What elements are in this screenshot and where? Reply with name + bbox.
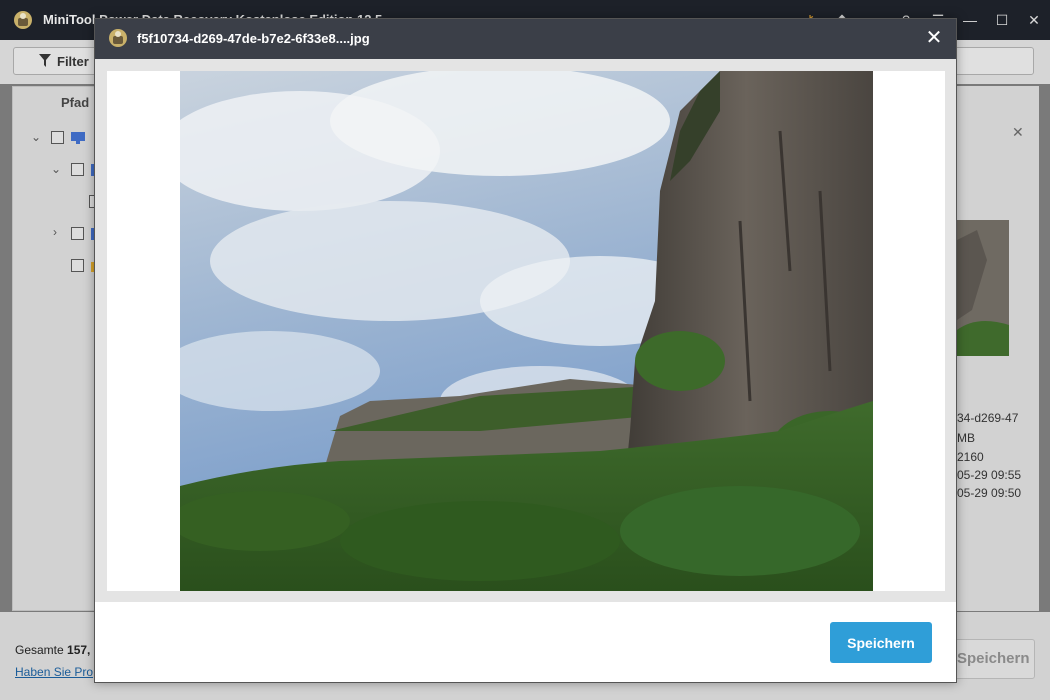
dialog-file-name: f5f10734-d269-47de-b7e2-6f33e8....jpg (137, 31, 370, 46)
maximize-icon[interactable]: ☐ (986, 12, 1018, 29)
minimize-icon[interactable]: — (954, 12, 986, 28)
computer-icon (71, 132, 85, 144)
tree-checkbox[interactable] (51, 131, 64, 144)
preview-photo-image (180, 71, 873, 591)
help-link[interactable]: Haben Sie Pro (15, 665, 93, 679)
preview-canvas (107, 71, 945, 591)
total-summary: Gesamte 157, (15, 643, 90, 657)
path-column-header: Pfad (61, 95, 90, 110)
info-created: 05-29 09:55 (957, 468, 1022, 482)
minitool-logo-icon (109, 29, 127, 47)
info-size: MB (957, 431, 975, 445)
save-button-label: Speichern (957, 650, 1030, 667)
chevron-down-icon[interactable]: ⌄ (51, 163, 61, 175)
preview-thumbnail (957, 220, 1009, 356)
save-button[interactable]: Speichern (830, 622, 932, 663)
close-icon[interactable]: ✕ (1012, 124, 1024, 141)
total-label: Gesamte (15, 643, 64, 657)
total-value: 157, (67, 643, 91, 657)
minitool-logo-icon (14, 11, 32, 29)
info-filename: 34-d269-47 (957, 411, 1019, 425)
filter-funnel-icon (39, 54, 51, 67)
chevron-right-icon[interactable]: › (53, 226, 63, 238)
preview-info-pane: ✕ 34-d269-47 MB 2160 05-29 09:55 05-29 0… (957, 86, 1039, 611)
filter-label: Filter (57, 54, 89, 69)
preview-photo (180, 71, 873, 591)
image-preview-dialog: f5f10734-d269-47de-b7e2-6f33e8....jpg ✕ (94, 18, 957, 683)
preview-area (95, 59, 956, 602)
chevron-down-icon[interactable]: ⌄ (31, 131, 41, 143)
close-icon[interactable]: ✕ (924, 27, 944, 49)
tree-row-computer[interactable]: ⌄ (31, 129, 91, 147)
info-dimensions: 2160 (957, 450, 984, 464)
tree-checkbox[interactable] (71, 163, 84, 176)
info-modified: 05-29 09:50 (957, 486, 1022, 500)
tree-checkbox[interactable] (71, 227, 84, 240)
window-close-icon[interactable]: ✕ (1018, 12, 1050, 29)
dialog-titlebar: f5f10734-d269-47de-b7e2-6f33e8....jpg ✕ (95, 19, 956, 59)
tree-checkbox[interactable] (71, 259, 84, 272)
